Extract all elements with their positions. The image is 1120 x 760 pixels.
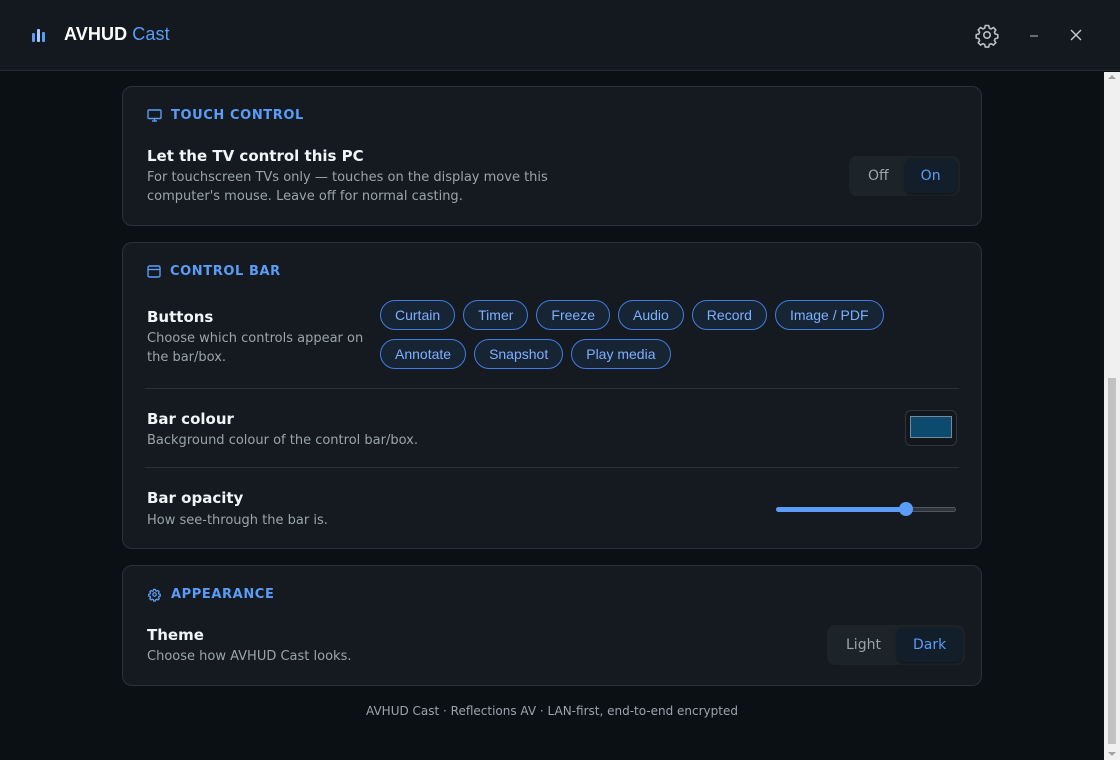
touch-control-off[interactable]: Off	[852, 159, 905, 193]
chip-play-media[interactable]: Play media	[571, 339, 671, 369]
vertical-scrollbar[interactable]	[1104, 72, 1120, 760]
theme-dark[interactable]: Dark	[896, 628, 963, 662]
title-bar: AVHUD Cast	[0, 0, 1120, 71]
settings-button[interactable]	[973, 21, 1001, 49]
bar-opacity-title: Bar opacity	[147, 489, 244, 507]
bar-colour-picker[interactable]	[905, 410, 957, 446]
touch-control-title: Let the TV control this PC	[147, 147, 364, 165]
theme-light[interactable]: Light	[830, 628, 897, 662]
close-icon	[1070, 29, 1082, 41]
app-title-main: AVHUD	[64, 24, 128, 44]
bar-colour-title: Bar colour	[147, 410, 234, 428]
scroll-down-icon[interactable]	[1108, 752, 1116, 756]
bar-colour-description: Background colour of the control bar/box…	[147, 433, 418, 448]
theme-description: Choose how AVHUD Cast looks.	[147, 649, 352, 664]
control-bar-heading-label: CONTROL BAR	[170, 263, 281, 279]
appearance-heading-label: APPEARANCE	[171, 586, 275, 602]
close-button[interactable]	[1062, 21, 1090, 49]
theme-title: Theme	[147, 626, 204, 644]
divider	[145, 388, 959, 389]
app-logo-icon	[32, 29, 46, 42]
bar-opacity-slider[interactable]	[776, 502, 956, 516]
control-bar-card: CONTROL BAR Buttons Choose which control…	[122, 242, 982, 549]
touch-control-toggle: Off On	[849, 156, 960, 196]
bar-opacity-description: How see-through the bar is.	[147, 513, 328, 528]
buttons-description-2: the bar/box.	[147, 350, 227, 365]
settings-content[interactable]: TOUCH CONTROL Let the TV control this PC…	[0, 72, 1104, 760]
minimize-icon	[1030, 35, 1038, 37]
touch-control-heading-label: TOUCH CONTROL	[171, 107, 304, 123]
minimize-button[interactable]	[1020, 21, 1048, 49]
app-title: AVHUD Cast	[64, 24, 170, 45]
buttons-description-1: Choose which controls appear on	[147, 331, 364, 346]
app-title-accent: Cast	[132, 24, 170, 44]
window-icon	[147, 264, 161, 278]
appearance-card: APPEARANCE Theme Choose how AVHUD Cast l…	[122, 565, 982, 686]
touch-control-description-2: computer's mouse. Leave off for normal c…	[147, 189, 463, 204]
chip-timer[interactable]: Timer	[463, 300, 529, 330]
scroll-up-icon[interactable]	[1108, 75, 1116, 79]
gear-icon	[148, 588, 161, 602]
chip-annotate[interactable]: Annotate	[380, 339, 467, 369]
slider-handle[interactable]	[899, 502, 913, 516]
touch-control-description-1: For touchscreen TVs only — touches on th…	[147, 170, 548, 185]
chip-snapshot[interactable]: Snapshot	[474, 339, 564, 369]
button-chip-list: Curtain Timer Freeze Audio Record Image …	[380, 300, 964, 369]
buttons-title: Buttons	[147, 308, 214, 326]
theme-toggle: Light Dark	[827, 625, 966, 665]
chip-image-pdf[interactable]: Image / PDF	[774, 300, 884, 330]
chip-freeze[interactable]: Freeze	[536, 300, 610, 330]
chip-curtain[interactable]: Curtain	[380, 300, 456, 330]
touch-control-on[interactable]: On	[904, 159, 957, 193]
scrollbar-thumb[interactable]	[1108, 378, 1116, 744]
divider	[145, 467, 959, 468]
touch-control-heading: TOUCH CONTROL	[147, 106, 304, 124]
footer-text: AVHUD Cast · Reflections AV · LAN-first,…	[366, 704, 738, 718]
appearance-heading: APPEARANCE	[147, 585, 274, 603]
chip-audio[interactable]: Audio	[617, 300, 684, 330]
touch-control-card: TOUCH CONTROL Let the TV control this PC…	[122, 86, 982, 226]
chip-record[interactable]: Record	[691, 300, 767, 330]
slider-fill	[776, 507, 906, 512]
monitor-icon	[147, 108, 162, 122]
control-bar-heading: CONTROL BAR	[147, 262, 281, 280]
bar-colour-swatch	[910, 416, 952, 438]
gear-icon	[975, 24, 999, 48]
